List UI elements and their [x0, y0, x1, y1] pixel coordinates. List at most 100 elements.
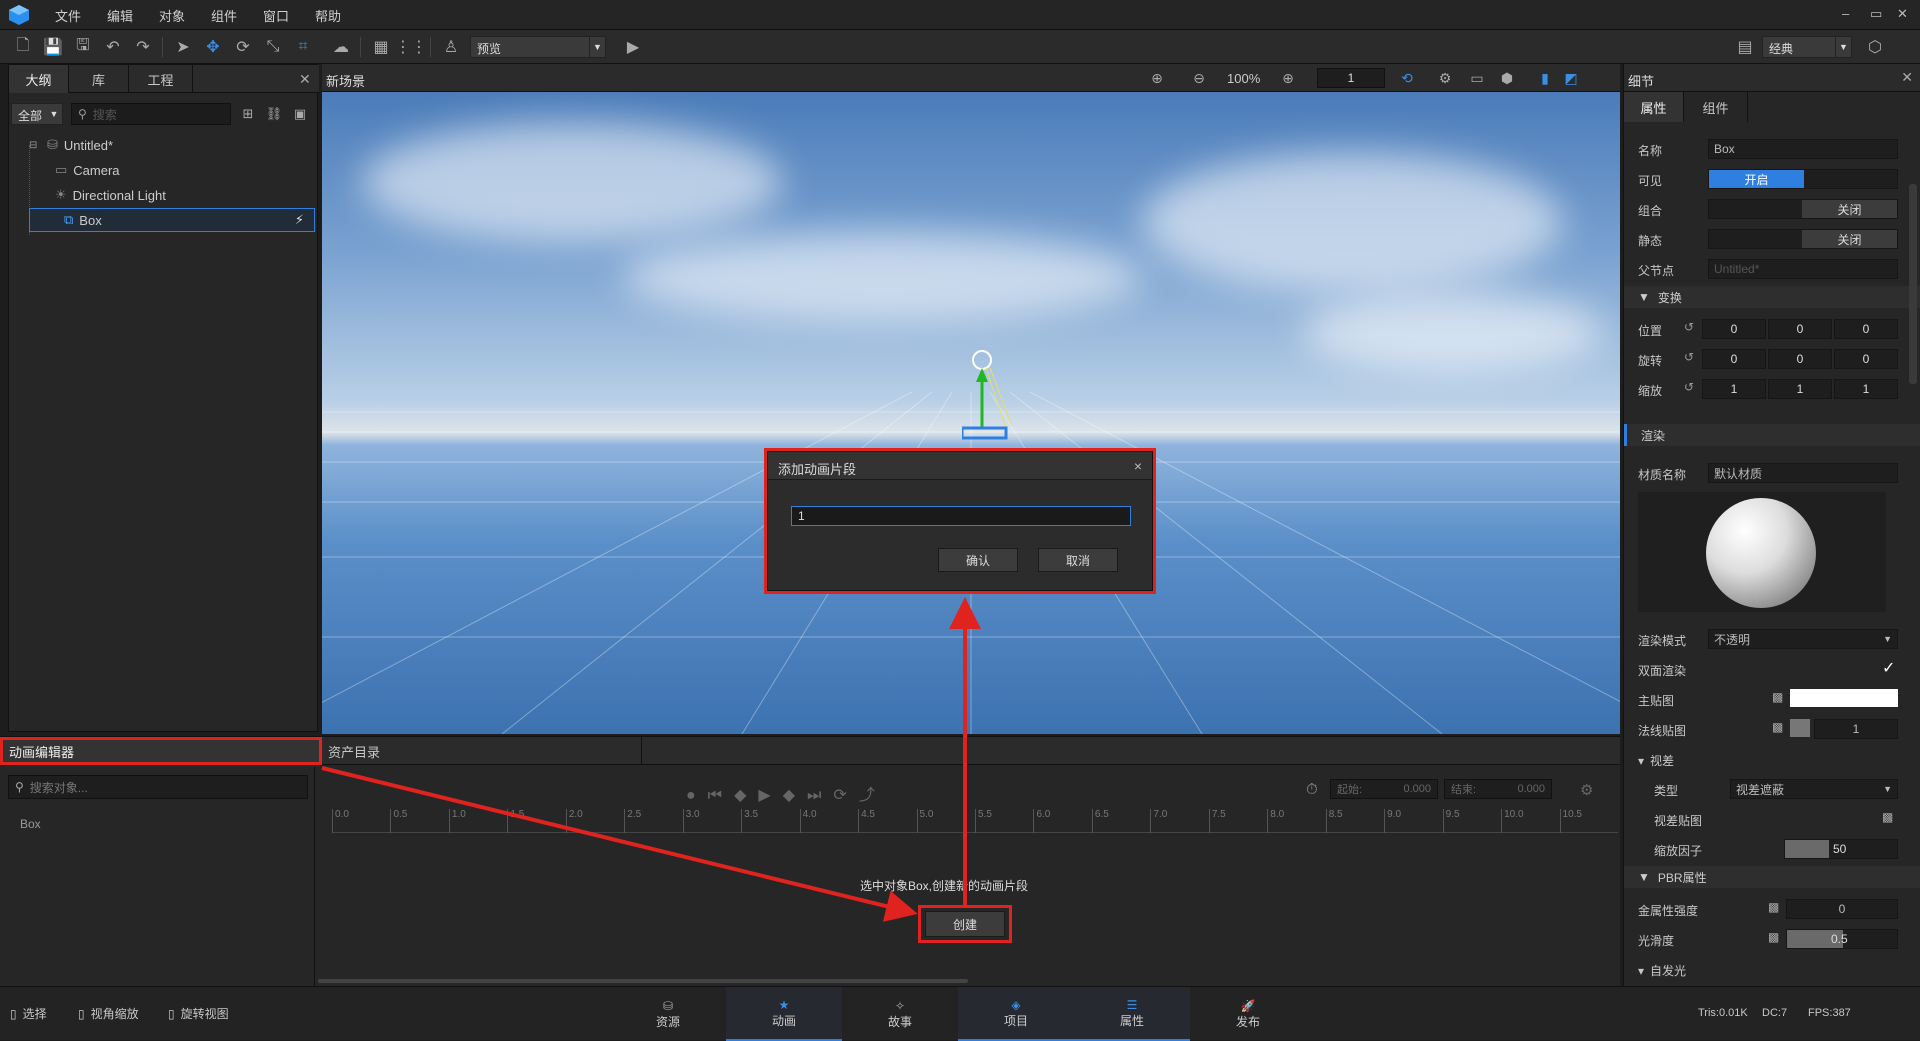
scale-factor-slider[interactable]: 50: [1784, 839, 1898, 859]
reset-icon[interactable]: ↺: [1684, 350, 1694, 364]
main-tex-color[interactable]: [1790, 689, 1898, 707]
parallax-tex-label: 视差贴图: [1654, 814, 1703, 828]
tab-project-bottom[interactable]: ◈ 项目: [958, 987, 1074, 1041]
texture-slot-icon[interactable]: ▩: [1768, 930, 1779, 944]
parallax-type-select[interactable]: 视差遮蔽 ▼: [1730, 779, 1898, 799]
group-toggle[interactable]: 关闭: [1708, 199, 1898, 219]
double-side-label: 双面渲染: [1638, 664, 1687, 678]
texture-slot-icon[interactable]: ▩: [1768, 900, 1779, 914]
normal-tex-label: 法线贴图: [1638, 724, 1687, 738]
position-label: 位置: [1638, 324, 1663, 338]
metal-field[interactable]: 0: [1786, 899, 1898, 919]
reset-icon[interactable]: ↺: [1684, 380, 1694, 394]
details-scrollbar[interactable]: [1909, 184, 1917, 384]
tab-story-label: 故事: [887, 1014, 912, 1029]
rotation-z[interactable]: 0: [1834, 349, 1898, 369]
animation-star-icon: ★: [778, 997, 790, 1012]
texture-slot-icon[interactable]: ▩: [1772, 690, 1783, 704]
double-side-checkbox[interactable]: ✓: [1882, 658, 1895, 678]
parallax-label: ▾ 视差: [1638, 752, 1674, 769]
visible-label: 可见: [1638, 174, 1663, 188]
transform-section-label: 变换: [1657, 290, 1682, 305]
scale-label: 缩放: [1638, 384, 1663, 398]
tab-properties[interactable]: 属性: [1624, 92, 1684, 122]
rotation-x[interactable]: 0: [1702, 349, 1766, 369]
section-caret-icon: ▼: [1638, 290, 1650, 304]
pbr-section-label: PBR属性: [1657, 870, 1707, 885]
name-label: 名称: [1638, 144, 1663, 158]
tris-count: Tris:0.01K: [1698, 1007, 1748, 1019]
tab-components[interactable]: 组件: [1684, 92, 1748, 122]
position-z[interactable]: 0: [1834, 319, 1898, 339]
normal-tex-swatch[interactable]: [1790, 719, 1810, 737]
scale-factor-fill: [1785, 840, 1829, 858]
chevron-down-icon: ▼: [1883, 784, 1892, 794]
mouse-icon: ▯: [168, 1007, 175, 1021]
transform-section[interactable]: ▼ 变换: [1624, 286, 1920, 308]
tab-attributes[interactable]: ☰ 属性: [1074, 987, 1190, 1041]
details-title: 细节: [1628, 74, 1655, 89]
mouse-icon: ▯: [10, 1007, 17, 1021]
smooth-value: 0.5: [1831, 932, 1848, 946]
tab-animation[interactable]: ★ 动画: [726, 987, 842, 1041]
material-sphere: [1706, 498, 1816, 608]
parent-field: Untitled*: [1708, 259, 1898, 279]
texture-slot-icon[interactable]: ▩: [1772, 720, 1783, 734]
parent-label: 父节点: [1638, 264, 1675, 278]
normal-strength-field[interactable]: 1: [1814, 719, 1898, 739]
render-mode-select[interactable]: 不透明 ▼: [1708, 629, 1898, 649]
group-off[interactable]: 关闭: [1802, 200, 1897, 218]
draw-call-count: DC:7: [1762, 1007, 1788, 1019]
rotate-view-tool[interactable]: ▯ 旋转视图: [168, 1005, 229, 1022]
material-field[interactable]: 默认材质: [1708, 463, 1898, 483]
parallax-type-value: 视差遮蔽: [1736, 782, 1785, 797]
collapse-caret-icon[interactable]: ▾: [1638, 964, 1644, 978]
tab-story[interactable]: ✧ 故事: [842, 987, 958, 1041]
scale-factor-label: 缩放因子: [1654, 844, 1703, 858]
render-section[interactable]: 渲染: [1624, 424, 1920, 446]
collapse-caret-icon[interactable]: ▾: [1638, 754, 1644, 768]
visible-on[interactable]: 开启: [1709, 170, 1804, 188]
metal-label: 金属性强度: [1638, 904, 1699, 918]
details-header: 细节 ✕: [1624, 64, 1920, 92]
scale-z[interactable]: 1: [1834, 379, 1898, 399]
name-field[interactable]: Box: [1708, 139, 1898, 159]
scale-y[interactable]: 1: [1768, 379, 1832, 399]
group-label: 组合: [1638, 204, 1663, 218]
publish-rocket-icon: 🚀: [1240, 998, 1256, 1013]
tab-resources[interactable]: ⛁ 资源: [610, 987, 726, 1041]
tab-components-label: 组件: [1702, 100, 1729, 116]
static-off[interactable]: 关闭: [1802, 230, 1897, 248]
smooth-slider[interactable]: 0.5: [1786, 929, 1898, 949]
tab-publish[interactable]: 🚀 发布: [1190, 987, 1306, 1041]
bottom-bar: ▯ 选择 ▯ 视角缩放 ▯ 旋转视图 ⛁ 资源 ★ 动画 ✧ 故事 ◈ 项目 ☰ 属性 🚀 发布 …: [0, 986, 1920, 1041]
section-caret-icon: ▼: [1638, 870, 1650, 884]
story-wand-icon: ✧: [894, 998, 906, 1013]
close-icon[interactable]: ✕: [1901, 69, 1913, 86]
pbr-section[interactable]: ▼ PBR属性: [1624, 866, 1920, 888]
select-tool-label: 选择: [22, 1007, 47, 1021]
main-tex-label: 主贴图: [1638, 694, 1675, 708]
material-preview: [1638, 492, 1886, 612]
static-toggle[interactable]: 关闭: [1708, 229, 1898, 249]
resources-icon: ⛁: [662, 998, 674, 1013]
select-tool[interactable]: ▯ 选择: [10, 1005, 47, 1022]
visible-toggle[interactable]: 开启: [1708, 169, 1898, 189]
details-panel: 细节 ✕ 属性 组件 名称 Box 可见 开启 组合 关闭 静态 关闭 父节点 …: [1623, 64, 1920, 986]
reset-icon[interactable]: ↺: [1684, 320, 1694, 334]
zoom-view-tool[interactable]: ▯ 视角缩放: [78, 1005, 139, 1022]
rotate-view-label: 旋转视图: [180, 1007, 229, 1021]
type-label: 类型: [1654, 784, 1679, 798]
texture-slot-icon[interactable]: ▩: [1882, 810, 1893, 824]
smooth-label: 光滑度: [1638, 934, 1675, 948]
scale-x[interactable]: 1: [1702, 379, 1766, 399]
tab-resources-label: 资源: [655, 1014, 680, 1029]
rotation-y[interactable]: 0: [1768, 349, 1832, 369]
tab-project-bottom-label: 项目: [1003, 1013, 1028, 1028]
render-mode-value: 不透明: [1714, 632, 1751, 647]
position-x[interactable]: 0: [1702, 319, 1766, 339]
render-section-label: 渲染: [1641, 428, 1666, 443]
emissive-label-text: 自发光: [1650, 964, 1687, 978]
position-y[interactable]: 0: [1768, 319, 1832, 339]
attributes-sliders-icon: ☰: [1126, 997, 1138, 1012]
